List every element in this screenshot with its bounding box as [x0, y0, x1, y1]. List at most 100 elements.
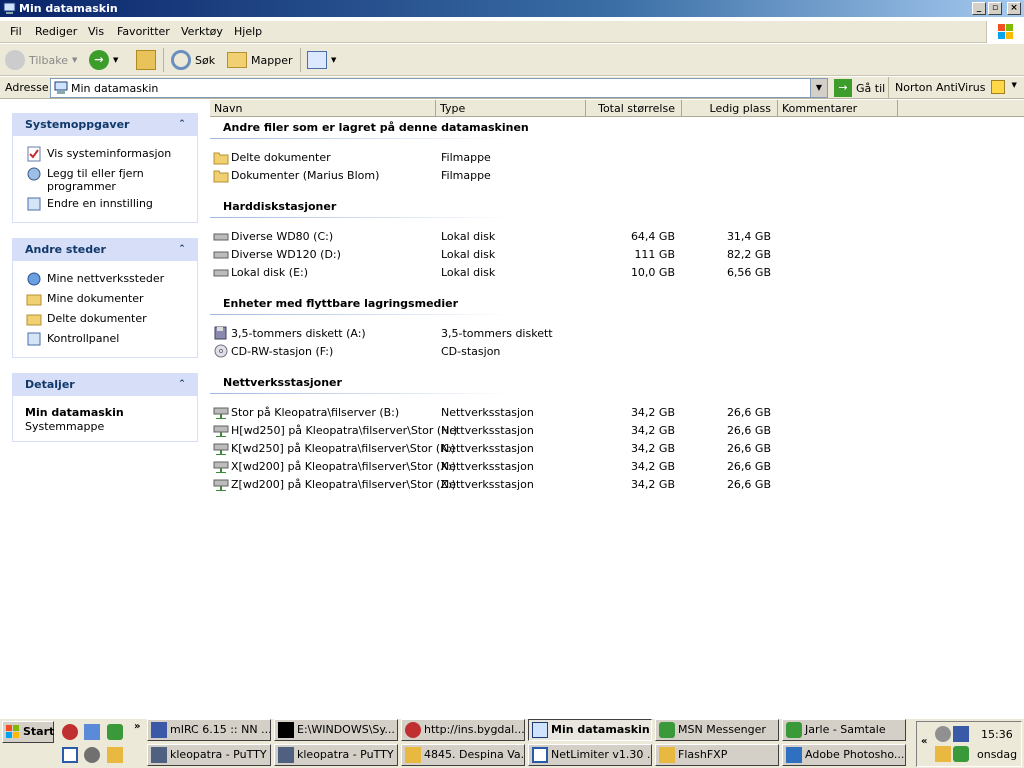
clock-time[interactable]: 15:36	[981, 728, 1013, 741]
menu-edit[interactable]: Rediger	[35, 25, 77, 38]
item-type: Nettverksstasjon	[441, 424, 534, 437]
taskbar-button-msn[interactable]: MSN Messenger	[655, 719, 779, 741]
taskbar-button-cmd[interactable]: E:\WINDOWS\Sy...	[274, 719, 398, 741]
taskbar-button-putty-1[interactable]: kleopatra - PuTTY	[147, 744, 271, 766]
column-header-comments[interactable]: Kommentarer	[778, 100, 898, 117]
menu-favorites[interactable]: Favoritter	[117, 25, 170, 38]
column-header-name[interactable]: Navn	[210, 100, 436, 117]
taskbar-button-flashfxp[interactable]: FlashFXP	[655, 744, 779, 766]
taskbar-button-browser[interactable]: http://ins.bygdal...	[401, 719, 525, 741]
task-link-change-setting[interactable]: Endre en innstilling	[47, 197, 153, 210]
flashfxp-icon[interactable]	[107, 747, 123, 763]
restore-button[interactable]: ▫	[988, 2, 1002, 15]
list-item[interactable]: Diverse WD120 (D:) Lokal disk 111 GB 82,…	[213, 247, 833, 263]
mirc-tray-icon[interactable]	[953, 726, 969, 742]
item-type: Nettverksstasjon	[441, 406, 534, 419]
tray-app-icon[interactable]	[935, 726, 951, 742]
item-type: Nettverksstasjon	[441, 460, 534, 473]
back-button[interactable]: Tilbake ▼	[5, 48, 77, 72]
collapse-chevron-icon[interactable]: ⌃	[175, 243, 189, 257]
task-link-add-remove[interactable]: Legg til eller fjern programmer	[47, 167, 187, 193]
collapse-chevron-icon[interactable]: ⌃	[175, 378, 189, 392]
collapse-chevron-icon[interactable]: ⌃	[175, 118, 189, 132]
quicklaunch-expand-icon[interactable]: »	[134, 721, 140, 732]
menu-help[interactable]: Hjelp	[234, 25, 262, 38]
item-free-space: 82,2 GB	[726, 248, 771, 261]
photoshop-icon	[786, 747, 802, 763]
list-item[interactable]: Lokal disk (E:) Lokal disk 10,0 GB 6,56 …	[213, 265, 833, 281]
title-bar[interactable]: Min datamaskin _ ▫ ×	[0, 0, 1024, 17]
item-total-size: 34,2 GB	[630, 424, 675, 437]
item-total-size: 34,2 GB	[630, 442, 675, 455]
messenger-tray-icon[interactable]	[953, 746, 969, 762]
search-button[interactable]: Søk	[171, 48, 215, 72]
taskbar-button-photoshop[interactable]: Adobe Photosho...	[782, 744, 906, 766]
minimize-button[interactable]: _	[972, 2, 986, 15]
taskbar-button-chat[interactable]: Jarle - Samtale	[782, 719, 906, 741]
control-panel-icon	[27, 332, 41, 346]
task-link-system-info[interactable]: Vis systeminformasjon	[47, 147, 171, 160]
column-header-total[interactable]: Total størrelse	[586, 100, 682, 117]
go-button[interactable]: → Gå til	[834, 79, 885, 97]
list-item[interactable]: Z[wd200] på Kleopatra\filserver\Stor (Z:…	[213, 477, 833, 493]
list-item[interactable]: Diverse WD80 (C:) Lokal disk 64,4 GB 31,…	[213, 229, 833, 245]
tray-expand-icon[interactable]: «	[921, 736, 927, 747]
taskbar-button-mirc[interactable]: mIRC 6.15 :: NN ...	[147, 719, 271, 741]
address-dropdown-button[interactable]: ▼	[810, 79, 827, 97]
place-link-shared-documents[interactable]: Delte dokumenter	[47, 312, 147, 325]
list-item[interactable]: K[wd250] på Kleopatra\filserver\Stor (K:…	[213, 441, 833, 457]
list-item[interactable]: H[wd250] på Kleopatra\filserver\Stor (H:…	[213, 423, 833, 439]
list-item[interactable]: Dokumenter (Marius Blom) Filmappe	[213, 168, 833, 184]
address-value: Min datamaskin	[71, 82, 159, 95]
views-button[interactable]: ▼	[307, 48, 336, 72]
computer-icon	[3, 2, 16, 14]
close-button[interactable]: ×	[1007, 2, 1021, 15]
place-link-my-documents[interactable]: Mine dokumenter	[47, 292, 144, 305]
forward-button[interactable]: → ▼	[89, 48, 118, 72]
messenger-icon[interactable]	[107, 724, 123, 740]
mirc-icon	[151, 722, 167, 738]
menu-file[interactable]: Fil	[10, 25, 22, 38]
column-header-type[interactable]: Type	[436, 100, 586, 117]
norton-antivirus-button[interactable]: Norton AntiVirus ▼	[895, 80, 1017, 94]
shared-folder-icon	[26, 314, 42, 326]
search-icon	[171, 50, 191, 70]
putty-icon	[278, 747, 294, 763]
panel-title: Andre steder	[25, 243, 106, 256]
menu-tools[interactable]: Verktøy	[181, 25, 223, 38]
list-item[interactable]: 3,5-tommers diskett (A:) 3,5-tommers dis…	[213, 326, 833, 342]
media-player-icon[interactable]	[84, 747, 100, 763]
ie-icon[interactable]	[84, 724, 100, 740]
panel-header[interactable]: Andre steder ⌃	[13, 239, 197, 261]
go-arrow-icon: →	[834, 79, 852, 97]
place-link-network[interactable]: Mine nettverkssteder	[47, 272, 164, 285]
views-icon	[307, 51, 327, 69]
taskbar-button-putty-2[interactable]: kleopatra - PuTTY	[274, 744, 398, 766]
list-item[interactable]: Delte dokumenter Filmappe	[213, 150, 833, 166]
search-label: Søk	[195, 53, 216, 67]
address-input[interactable]: Min datamaskin ▼	[50, 78, 828, 98]
place-link-control-panel[interactable]: Kontrollpanel	[47, 332, 119, 345]
netlimiter-icon	[532, 747, 548, 763]
address-separator	[888, 77, 889, 99]
panel-header[interactable]: Systemoppgaver ⌃	[13, 114, 197, 136]
list-item[interactable]: X[wd200] på Kleopatra\filserver\Stor (X:…	[213, 459, 833, 475]
hard-drive-icon	[213, 251, 229, 259]
folders-button[interactable]: Mapper	[227, 48, 293, 72]
column-header-free[interactable]: Ledig plass	[682, 100, 778, 117]
taskbar-button-my-computer[interactable]: Min datamaskin	[528, 719, 652, 741]
start-button[interactable]: Start	[2, 721, 54, 743]
menu-view[interactable]: Vis	[88, 25, 104, 38]
group-header-hard-drives: Harddiskstasjoner	[223, 200, 337, 213]
up-folder-button[interactable]	[136, 48, 156, 72]
netlimiter-icon[interactable]	[62, 747, 78, 763]
task-label: kleopatra - PuTTY	[170, 748, 267, 761]
item-type: Filmappe	[441, 151, 491, 164]
tray-app-icon[interactable]	[935, 746, 951, 762]
taskbar-button-netlimiter[interactable]: NetLimiter v1.30 ...	[528, 744, 652, 766]
panel-header[interactable]: Detaljer ⌃	[13, 374, 197, 396]
list-item[interactable]: Stor på Kleopatra\filserver (B:) Nettver…	[213, 405, 833, 421]
opera-icon[interactable]	[62, 724, 78, 740]
list-item[interactable]: CD-RW-stasjon (F:) CD-stasjon	[213, 344, 833, 360]
taskbar-button-despina[interactable]: 4845. Despina Va...	[401, 744, 525, 766]
